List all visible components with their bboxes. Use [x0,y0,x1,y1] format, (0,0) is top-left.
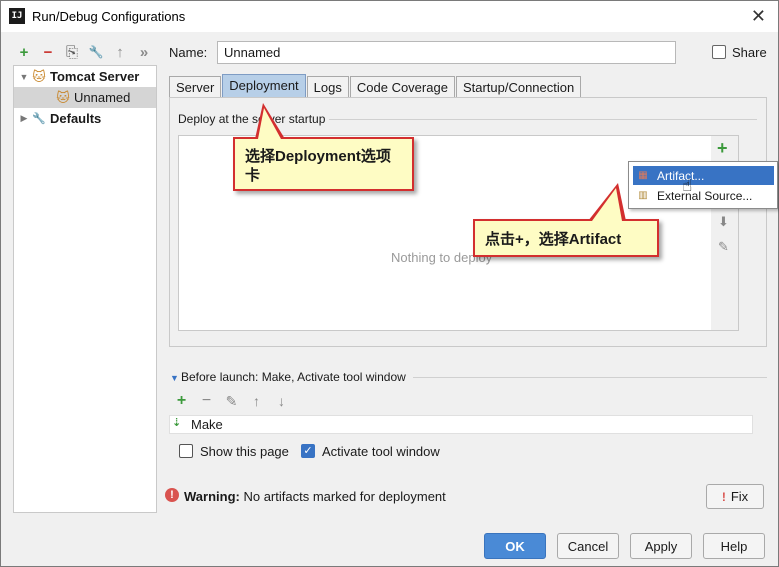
tree-item-tomcat-server[interactable]: ▼ 🐱 Tomcat Server [14,66,156,87]
name-label: Name: [169,45,208,60]
artifact-icon: ▦ [638,170,648,181]
fix-label: Fix [730,489,749,504]
before-launch-toolbar: + − ✎ ↑ ↓ [173,392,290,410]
callout-pointer [258,108,281,139]
remove-task-button[interactable]: − [198,392,215,410]
before-launch-item-make[interactable]: Make [191,417,223,432]
tab-logs[interactable]: Logs [306,76,349,98]
share-label: Share [732,45,767,60]
config-tabs: Server Deployment Logs Code Coverage Sta… [169,74,582,98]
move-up-button[interactable]: ↑ [111,43,129,61]
add-artifact-button[interactable]: + [717,138,728,159]
add-deploy-popup-menu: ▦ Artifact... ▥ External Source... [628,161,778,209]
run-debug-dialog: IJ Run/Debug Configurations ✕ + − ⎘ 🔧 ↑ … [0,0,779,567]
tab-startup-connection[interactable]: Startup/Connection [455,76,582,98]
more-button[interactable]: » [135,43,153,61]
group-separator [327,119,757,120]
wrench-icon: 🔧 [32,113,46,125]
copy-config-button[interactable]: ⎘ [63,43,81,61]
add-config-button[interactable]: + [15,43,33,61]
config-toolbar: + − ⎘ 🔧 ↑ » [15,41,153,63]
move-task-up-button[interactable]: ↑ [248,393,265,409]
move-task-down-button[interactable]: ↓ [273,393,290,409]
menu-item-label: Artifact... [657,168,705,183]
warning-message: No artifacts marked for deployment [243,489,446,504]
tab-server[interactable]: Server [169,76,222,98]
expand-arrow-icon[interactable]: ▼ [17,72,31,82]
menu-item-artifact[interactable]: ▦ Artifact... [633,166,774,185]
warning-label: Warning: [184,489,240,504]
apply-button[interactable]: Apply [630,533,692,559]
activate-tool-window-checkbox[interactable]: ✓ [301,444,315,458]
make-icon: ⇣ [172,417,182,429]
intellij-app-icon: IJ [9,8,25,24]
external-source-icon: ▥ [638,190,648,201]
ok-button[interactable]: OK [484,533,546,559]
hand-cursor-icon: ☝ [682,176,693,195]
activate-tool-window-label: Activate tool window [322,444,440,459]
edit-task-button[interactable]: ✎ [223,393,240,410]
help-button[interactable]: Help [703,533,765,559]
edit-deploy-button[interactable]: ✎ [718,239,729,255]
name-input[interactable] [217,41,676,64]
tree-item-label: Unnamed [74,90,131,105]
before-launch-list[interactable] [169,415,753,434]
error-bulb-icon: ! [721,489,726,504]
menu-item-label: External Source... [657,188,753,203]
callout-select-deployment: 选择Deployment选项卡 [233,137,414,191]
tree-item-label: Tomcat Server [50,69,140,84]
callout-click-plus: 点击+，选择Artifact [473,219,659,257]
tomcat-icon: 🐱 [56,89,70,105]
cancel-button[interactable]: Cancel [557,533,619,559]
tomcat-icon: 🐱 [32,68,46,84]
move-down-button[interactable]: ⬇ [718,214,729,230]
collapse-arrow-icon[interactable]: ▼ [170,373,179,383]
callout-pointer [592,188,622,221]
remove-config-button[interactable]: − [39,43,57,61]
warning-icon: ! [165,488,179,502]
deploy-group-title: Deploy at the server startup [178,112,330,126]
tree-item-defaults[interactable]: ▶ 🔧 Defaults [14,108,156,129]
close-icon[interactable]: ✕ [751,6,766,27]
fix-button[interactable]: ! Fix [706,484,764,509]
tab-deployment[interactable]: Deployment [222,74,306,98]
tree-item-unnamed[interactable]: 🐱 Unnamed [14,87,156,108]
share-checkbox[interactable] [712,45,726,59]
config-tree: ▼ 🐱 Tomcat Server 🐱 Unnamed ▶ 🔧 Defaults [13,65,157,513]
tab-code-coverage[interactable]: Code Coverage [349,76,455,98]
before-launch-separator [413,377,767,378]
edit-defaults-button[interactable]: 🔧 [87,43,105,61]
tree-item-label: Defaults [50,111,102,126]
add-task-button[interactable]: + [173,392,190,410]
warning-text: Warning: No artifacts marked for deploym… [184,489,446,504]
expand-arrow-icon[interactable]: ▶ [17,113,31,124]
show-this-page-label: Show this page [200,444,289,459]
menu-item-external-source[interactable]: ▥ External Source... [633,186,774,205]
window-title: Run/Debug Configurations [32,9,186,24]
before-launch-title: Before launch: Make, Activate tool windo… [181,370,406,384]
show-this-page-checkbox[interactable] [179,444,193,458]
title-bar: IJ Run/Debug Configurations ✕ [1,1,778,32]
